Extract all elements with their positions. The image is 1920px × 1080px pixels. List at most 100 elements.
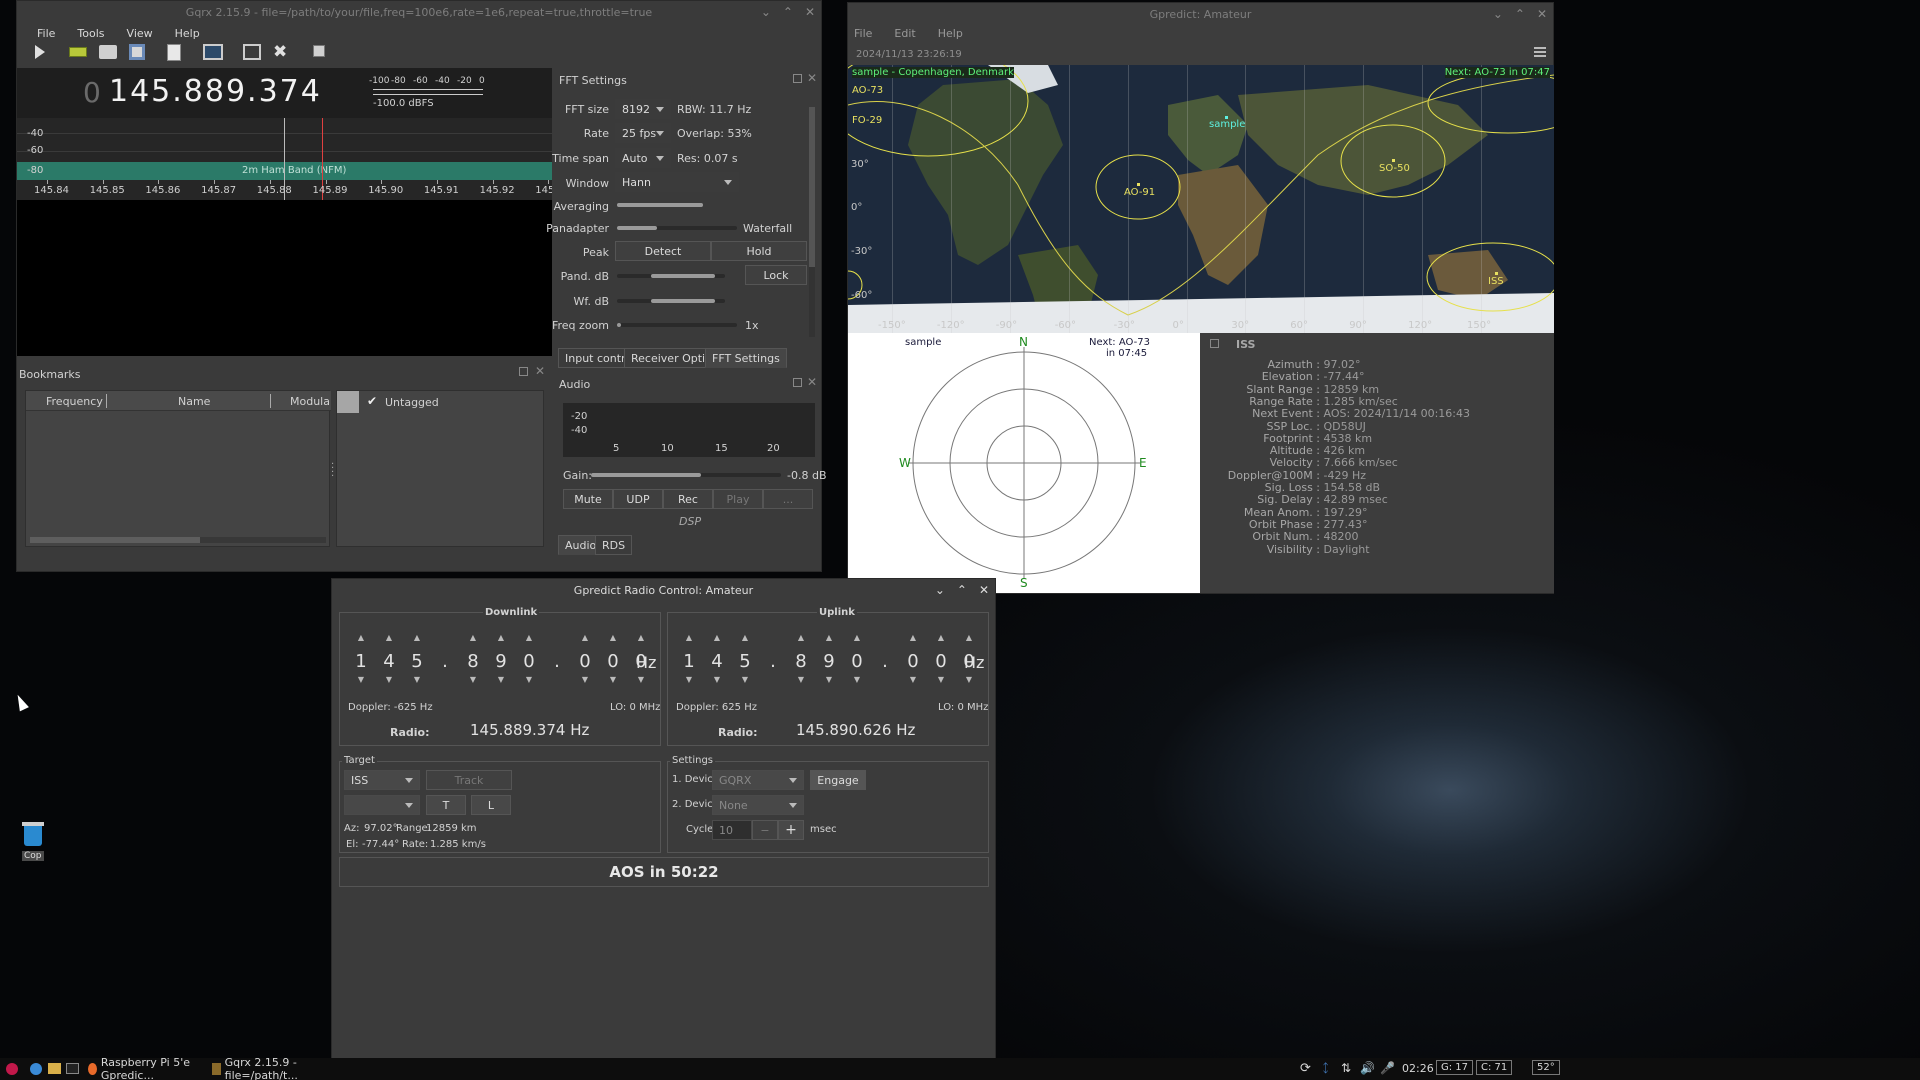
sat-ao-91[interactable]: AO-91 — [1124, 187, 1155, 198]
menu-help[interactable]: Help — [175, 27, 200, 40]
detect-button[interactable]: Detect — [615, 241, 711, 261]
bluetooth-icon[interactable]: ᛨ — [1322, 1061, 1329, 1075]
freq-value[interactable]: 145.889.374 — [109, 74, 322, 109]
digit-down-arrow-icon[interactable]: ▼ — [630, 675, 652, 684]
terminal-icon[interactable] — [66, 1063, 79, 1074]
digit-up-arrow-icon[interactable]: ▲ — [678, 633, 700, 642]
track-button[interactable]: Track — [426, 770, 512, 790]
splitter-handle[interactable]: · · · · — [331, 460, 334, 482]
frequency-digit[interactable]: 1 — [350, 651, 372, 672]
gain-slider[interactable] — [591, 473, 781, 477]
digit-up-arrow-icon[interactable]: ▲ — [734, 633, 756, 642]
hold-button[interactable]: Hold — [711, 241, 807, 261]
digit-down-arrow-icon[interactable]: ▼ — [846, 675, 868, 684]
frequency-digit[interactable]: 0 — [574, 651, 596, 672]
mute-button[interactable]: Mute — [563, 489, 613, 509]
frequency-digit[interactable]: 0 — [518, 651, 540, 672]
bookmark-icon[interactable] — [167, 44, 181, 61]
digit-down-arrow-icon[interactable]: ▼ — [518, 675, 540, 684]
minimize-icon[interactable]: ⌄ — [1493, 7, 1503, 21]
maximize-icon[interactable]: ⌃ — [783, 5, 793, 19]
save-icon[interactable] — [129, 44, 145, 60]
world-map[interactable]: 30° 0° -30° -60° -150° -120° -90° -60° -30° 0° 30°… — [848, 65, 1554, 333]
close-icon[interactable]: ✕ — [1537, 7, 1547, 21]
cpu-monitor[interactable]: C: 71 — [1476, 1060, 1513, 1075]
sat-ao-73[interactable]: AO-73 — [852, 85, 883, 96]
frequency-digit[interactable]: 0 — [602, 651, 624, 672]
network-icon[interactable]: ⇅ — [1341, 1061, 1351, 1075]
frequency-digit[interactable]: 0 — [846, 651, 868, 672]
target-sat-select[interactable]: ISS — [344, 770, 420, 790]
close-icon[interactable]: ✕ — [979, 583, 989, 597]
play-button[interactable]: Play — [713, 489, 763, 509]
column-header-modulation[interactable]: Modulation — [290, 395, 330, 408]
frequency-digit[interactable]: 0 — [902, 651, 924, 672]
gqrx-titlebar[interactable]: Gqrx 2.15.9 - file=/path/to/your/file,fr… — [17, 1, 821, 23]
digit-down-arrow-icon[interactable]: ▼ — [706, 675, 728, 684]
digit-down-arrow-icon[interactable]: ▼ — [734, 675, 756, 684]
clock[interactable]: 02:26 — [1402, 1062, 1434, 1075]
minimize-icon[interactable]: ⌄ — [761, 5, 771, 19]
minimize-icon[interactable]: ⌄ — [935, 583, 945, 597]
digit-up-arrow-icon[interactable]: ▲ — [902, 633, 924, 642]
frequency-display[interactable]: 0 145.889.374 -100 -80 -60 -40 -20 0 -10… — [17, 68, 552, 118]
frequency-digit[interactable]: 0 — [930, 651, 952, 672]
cycle-increment-button[interactable]: + — [778, 820, 804, 840]
maximize-icon[interactable]: ⌃ — [957, 583, 967, 597]
cycle-spinbox[interactable]: 10 — [712, 820, 752, 840]
engage-button[interactable]: Engage — [810, 770, 866, 790]
audio-fft-plot[interactable]: -20 -40 5 10 15 20 — [563, 403, 815, 457]
rec-button[interactable]: Rec — [663, 489, 713, 509]
horizontal-scrollbar[interactable] — [30, 537, 326, 543]
sync-icon[interactable]: ⟳ — [1300, 1061, 1311, 1076]
column-header-frequency[interactable]: Frequency — [46, 395, 103, 408]
lock-button[interactable]: Lock — [745, 265, 807, 285]
pass-select[interactable] — [344, 795, 420, 815]
file-manager-icon[interactable] — [48, 1063, 61, 1074]
column-header-name[interactable]: Name — [178, 395, 210, 408]
microphone-icon[interactable]: 🎤 — [1380, 1061, 1395, 1075]
l-button[interactable]: L — [471, 795, 511, 815]
fft-scrollbar[interactable] — [809, 107, 815, 337]
digit-down-arrow-icon[interactable]: ▼ — [790, 675, 812, 684]
open-folder-icon[interactable] — [99, 45, 117, 59]
digit-down-arrow-icon[interactable]: ▼ — [574, 675, 596, 684]
menu-edit[interactable]: Edit — [894, 27, 915, 40]
digit-down-arrow-icon[interactable]: ▼ — [678, 675, 700, 684]
menu-tools[interactable]: Tools — [77, 27, 104, 40]
digit-up-arrow-icon[interactable]: ▲ — [602, 633, 624, 642]
digit-down-arrow-icon[interactable]: ▼ — [378, 675, 400, 684]
dsp-label[interactable]: DSP — [679, 515, 701, 528]
digit-down-arrow-icon[interactable]: ▼ — [902, 675, 924, 684]
frequency-digit[interactable]: 8 — [790, 651, 812, 672]
frequency-digit[interactable]: 4 — [706, 651, 728, 672]
radio-titlebar[interactable]: Gpredict Radio Control: Amateur ⌄ ⌃ ✕ — [332, 579, 995, 601]
close-icon[interactable]: ✕ — [807, 71, 817, 85]
volume-icon[interactable]: 🔊 — [1360, 1061, 1375, 1075]
tab-fft-settings[interactable]: FFT Settings — [705, 348, 787, 368]
digit-down-arrow-icon[interactable]: ▼ — [930, 675, 952, 684]
waterfall[interactable] — [17, 200, 552, 356]
tools-icon[interactable]: ✖ — [273, 42, 287, 62]
task-gqrx[interactable]: Gqrx 2.15.9 - file=/path/t... — [212, 1056, 332, 1080]
task-gpredict[interactable]: Raspberry Pi 5'e Gpredic... — [88, 1056, 208, 1080]
raspberry-menu-icon[interactable] — [6, 1063, 18, 1075]
digit-up-arrow-icon[interactable]: ▲ — [630, 633, 652, 642]
check-icon[interactable]: ✔ — [367, 394, 377, 408]
trash-label[interactable]: Cop — [22, 851, 44, 861]
tag-list[interactable]: ✔ Untagged — [336, 390, 544, 547]
device-icon[interactable] — [69, 47, 87, 57]
cycle-decrement-button[interactable]: − — [752, 820, 778, 840]
frequency-digit[interactable]: 9 — [490, 651, 512, 672]
digit-down-arrow-icon[interactable]: ▼ — [490, 675, 512, 684]
fft-size-select[interactable]: 8192 — [615, 99, 671, 119]
polar-plot[interactable]: sample Next: AO-73 in 07:45 N S W E — [848, 333, 1200, 593]
close-icon[interactable]: ✕ — [805, 5, 815, 19]
maximize-icon[interactable]: ⌃ — [1515, 7, 1525, 21]
digit-down-arrow-icon[interactable]: ▼ — [818, 675, 840, 684]
close-icon[interactable]: ✕ — [807, 375, 817, 389]
menu-help[interactable]: Help — [938, 27, 963, 40]
gpu-monitor[interactable]: G: 17 — [1436, 1060, 1474, 1075]
digit-up-arrow-icon[interactable]: ▲ — [574, 633, 596, 642]
pand-db-slider[interactable] — [617, 274, 725, 278]
